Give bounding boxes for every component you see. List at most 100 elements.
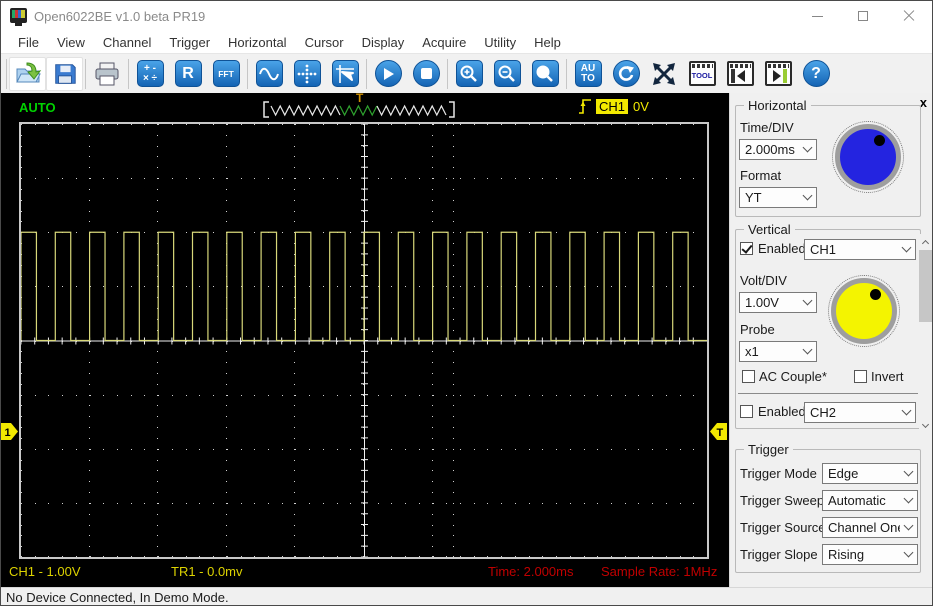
open-button[interactable] [9, 57, 46, 91]
trigger-level-marker[interactable]: T [710, 423, 727, 440]
start-button[interactable] [369, 56, 407, 92]
scope-area: AUTO T CH1 0V 1 T CH1 - 1.00V TR1 - 0.0m… [1, 93, 729, 587]
ch2-enabled-checkbox[interactable] [740, 405, 753, 418]
menu-utility[interactable]: Utility [475, 33, 525, 52]
menu-file[interactable]: File [9, 33, 48, 52]
save-button[interactable] [46, 57, 83, 91]
toolbar-separator [6, 59, 7, 89]
stop-icon [413, 60, 440, 87]
full-screen-button[interactable] [645, 56, 683, 92]
ch1-enabled-checkbox[interactable] [740, 242, 753, 255]
panel-left-icon [727, 61, 754, 86]
horizontal-knob[interactable] [835, 124, 901, 190]
menu-display[interactable]: Display [353, 33, 414, 52]
trigger-sweep-select[interactable]: Automatic [822, 490, 918, 511]
measure-button[interactable] [326, 56, 364, 92]
chevron-down-icon [799, 188, 816, 207]
format-label: Format [740, 168, 781, 183]
ac-couple-label: AC Couple* [759, 369, 827, 384]
chevron-down-icon [900, 545, 917, 564]
auto-icon: AU TO [575, 60, 602, 87]
minimize-icon [812, 16, 823, 17]
probe-label: Probe [740, 322, 775, 337]
panel-scrollbar[interactable] [919, 234, 932, 433]
scroll-down-button[interactable] [919, 418, 932, 433]
zoom-in-button[interactable] [450, 56, 488, 92]
volt-div-label: Volt/DIV [740, 273, 787, 288]
reference-button[interactable]: R [169, 56, 207, 92]
cursor-grid-button[interactable] [288, 56, 326, 92]
print-button[interactable] [88, 56, 126, 92]
menu-acquire[interactable]: Acquire [413, 33, 475, 52]
play-icon [375, 60, 402, 87]
maximize-icon [858, 11, 868, 21]
status-bar: No Device Connected, In Demo Mode. [1, 587, 932, 606]
time-div-select[interactable]: 2.000ms [739, 139, 817, 160]
panel-right-icon [765, 61, 792, 86]
trigger-slope-select[interactable]: Rising [822, 544, 918, 565]
refresh-button[interactable] [607, 56, 645, 92]
tool-panel-button[interactable]: TOOL [683, 56, 721, 92]
horizontal-group-title: Horizontal [744, 98, 811, 113]
scrollbar-thumb[interactable] [919, 250, 932, 322]
ch1-enabled-label: Enabled [758, 241, 806, 256]
maximize-button[interactable] [840, 1, 886, 31]
ac-couple-checkbox[interactable] [742, 370, 755, 383]
app-window: Open6022BE v1.0 beta PR19 File View Chan… [0, 0, 933, 606]
fft-button[interactable]: FFT [207, 56, 245, 92]
zoom-reset-button[interactable] [526, 56, 564, 92]
channel-select[interactable]: CH1 [804, 239, 916, 260]
minimize-button[interactable] [794, 1, 840, 31]
trigger-source-select[interactable]: Channel One [822, 517, 918, 538]
help-button[interactable]: ? [797, 56, 835, 92]
trigger-level-value: 0V [633, 99, 649, 114]
tool-window-icon: TOOL [689, 61, 716, 86]
trigger-group: Trigger Trigger Mode Edge Trigger Sweep … [735, 449, 921, 573]
next-panel-button[interactable] [759, 56, 797, 92]
autoset-button[interactable]: AU TO [569, 56, 607, 92]
trigger-group-title: Trigger [744, 442, 793, 457]
chevron-down-icon [898, 240, 915, 259]
chevron-down-icon [900, 491, 917, 510]
open-folder-icon [14, 60, 42, 88]
waveform-button[interactable] [250, 56, 288, 92]
trigger-mode-select[interactable]: Edge [822, 463, 918, 484]
volt-div-select[interactable]: 1.00V [739, 292, 817, 313]
menu-cursor[interactable]: Cursor [296, 33, 353, 52]
trigger-position-marker[interactable]: T [356, 91, 363, 105]
sine-wave-icon [256, 60, 283, 87]
channel2-select[interactable]: CH2 [804, 402, 916, 423]
invert-label: Invert [871, 369, 904, 384]
menu-bar: File View Channel Trigger Horizontal Cur… [1, 31, 932, 53]
refresh-icon [613, 60, 640, 87]
math-button[interactable]: + - × ÷ [131, 56, 169, 92]
menu-help[interactable]: Help [525, 33, 570, 52]
help-icon: ? [803, 60, 830, 87]
menu-channel[interactable]: Channel [94, 33, 160, 52]
reference-icon: R [175, 60, 202, 87]
zoom-out-button[interactable] [488, 56, 526, 92]
vertical-knob[interactable] [831, 278, 897, 344]
close-button[interactable] [886, 1, 932, 31]
knob-indicator-dot [874, 135, 885, 146]
scroll-up-button[interactable] [919, 234, 932, 249]
status-text: No Device Connected, In Demo Mode. [6, 590, 229, 605]
menu-trigger[interactable]: Trigger [160, 33, 219, 52]
channel1-position-marker[interactable]: 1 [1, 423, 18, 440]
app-icon [10, 8, 27, 23]
measure-cursor-icon [332, 60, 359, 87]
chevron-down-icon [799, 293, 816, 312]
probe-select[interactable]: x1 [739, 341, 817, 362]
title-bar: Open6022BE v1.0 beta PR19 [1, 1, 932, 31]
print-icon [93, 60, 121, 88]
toolbar-separator [128, 59, 129, 89]
invert-checkbox[interactable] [854, 370, 867, 383]
format-select[interactable]: YT [739, 187, 817, 208]
channel-separator [738, 393, 918, 394]
stop-button[interactable] [407, 56, 445, 92]
previous-panel-button[interactable] [721, 56, 759, 92]
menu-view[interactable]: View [48, 33, 94, 52]
menu-horizontal[interactable]: Horizontal [219, 33, 296, 52]
trigger-source-label: Trigger Source [740, 520, 826, 535]
toolbar-separator [447, 59, 448, 89]
